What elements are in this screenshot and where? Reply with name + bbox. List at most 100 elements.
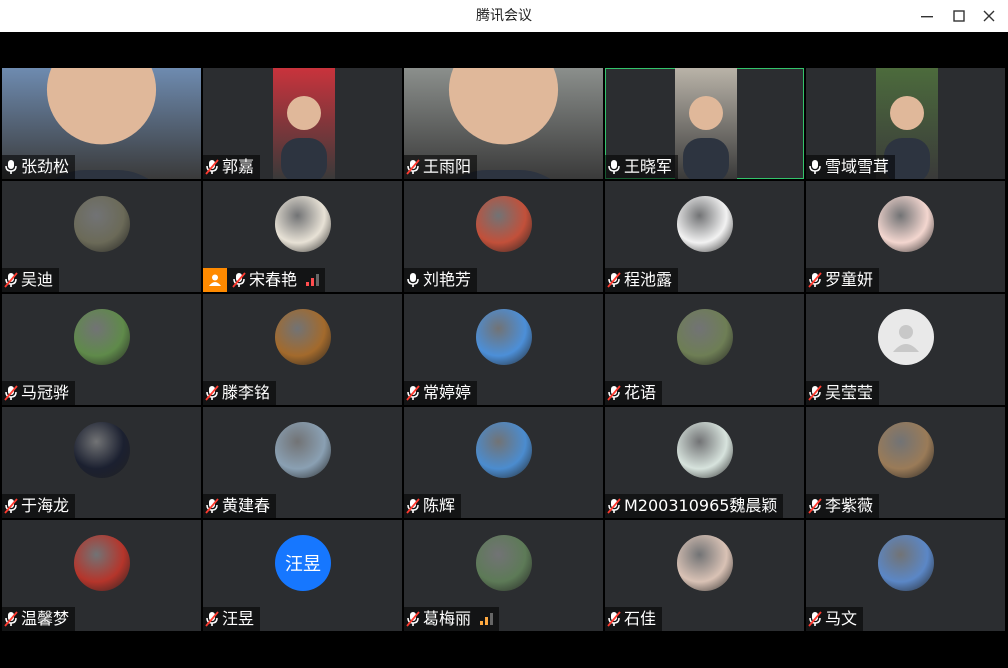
participant-avatar [74,422,130,478]
window-title: 腾讯会议 [476,8,532,24]
mic-icon [607,159,621,175]
participant-tile[interactable]: 马冠骅 [2,294,201,405]
meeting-stage: 张劲松 郭嘉 王雨阳 王晓军 雪域雪茸吴迪 宋春艳 刘艳芳 程池露 罗童妍马冠骅 滕李铭 常婷婷 花语… [2,32,1006,668]
participant-tile[interactable]: 李紫薇 [806,407,1005,518]
participant-tile[interactable]: 石佳 [605,520,804,631]
participant-tile[interactable]: 常婷婷 [404,294,603,405]
participant-name-label: 张劲松 [2,155,76,179]
participant-tile[interactable]: 于海龙 [2,407,201,518]
participant-avatar [878,196,934,252]
participant-tile[interactable]: 葛梅丽 [404,520,603,631]
minimize-button[interactable] [910,0,944,32]
participant-avatar [476,196,532,252]
participant-tile[interactable]: 马文 [806,520,1005,631]
participant-avatar [275,309,331,365]
participant-name-label: 陈辉 [404,494,462,518]
close-button[interactable] [972,0,1006,32]
mic-icon [406,272,420,288]
participant-name: 葛梅丽 [423,609,472,628]
mic-muted-icon [607,385,621,401]
participant-name: 吴莹莹 [825,383,874,402]
participant-name-label: 王雨阳 [404,155,478,179]
participant-name: 李紫薇 [825,496,874,515]
mic-muted-icon [808,498,822,514]
participant-avatar [74,535,130,591]
participant-tile[interactable]: 刘艳芳 [404,181,603,292]
mic-muted-icon [607,272,621,288]
participant-avatar [74,309,130,365]
participant-tile[interactable]: 温馨梦 [2,520,201,631]
mic-muted-icon [205,498,219,514]
participant-name: 王晓军 [624,157,673,176]
participant-avatar [476,535,532,591]
participant-name-label: 石佳 [605,607,663,631]
network-signal-icon [480,613,494,625]
participant-name: 马文 [825,609,858,628]
participant-name: 陈辉 [423,496,456,515]
host-badge-icon [203,268,227,292]
mic-muted-icon [808,385,822,401]
close-icon [983,10,995,22]
participant-avatar [677,196,733,252]
minimize-icon [921,16,933,18]
maximize-button[interactable] [942,0,976,32]
participant-tile[interactable]: 王雨阳 [404,68,603,179]
participant-tile[interactable]: 陈辉 [404,407,603,518]
participant-tile[interactable]: M200310965魏晨颖 [605,407,804,518]
participant-name: 雪域雪茸 [825,157,890,176]
participant-avatar [677,309,733,365]
mic-muted-icon [232,272,246,288]
participant-name: 温馨梦 [21,609,70,628]
mic-icon [808,159,822,175]
participant-avatar [275,196,331,252]
participant-name-label: 刘艳芳 [404,268,478,292]
participant-tile[interactable]: 吴莹莹 [806,294,1005,405]
participant-name: M200310965魏晨颖 [624,496,778,515]
participant-name-label: 常婷婷 [404,381,478,405]
participant-name-label: 罗童妍 [806,268,880,292]
mic-muted-icon [205,385,219,401]
mic-muted-icon [406,159,420,175]
participant-tile[interactable]: 宋春艳 [203,181,402,292]
participant-tile[interactable]: 郭嘉 [203,68,402,179]
participant-name: 石佳 [624,609,657,628]
mic-muted-icon [808,272,822,288]
participant-avatar [476,422,532,478]
participant-tile[interactable]: 吴迪 [2,181,201,292]
participant-tile[interactable]: 王晓军 [605,68,804,179]
mic-muted-icon [607,611,621,627]
participant-grid: 张劲松 郭嘉 王雨阳 王晓军 雪域雪茸吴迪 宋春艳 刘艳芳 程池露 罗童妍马冠骅 滕李铭 常婷婷 花语… [2,68,1006,632]
participant-name-label: 滕李铭 [203,381,277,405]
participant-name-label: 吴莹莹 [806,381,880,405]
mic-muted-icon [4,611,18,627]
mic-muted-icon [607,498,621,514]
mic-muted-icon [406,385,420,401]
participant-avatar: 汪昱 [275,535,331,591]
participant-name: 滕李铭 [222,383,271,402]
participant-tile[interactable]: 罗童妍 [806,181,1005,292]
participant-name: 罗童妍 [825,270,874,289]
mic-muted-icon [406,498,420,514]
participant-name-label: 马文 [806,607,864,631]
mic-muted-icon [205,611,219,627]
participant-avatar [275,422,331,478]
participant-name-label: 马冠骅 [2,381,76,405]
participant-tile[interactable]: 花语 [605,294,804,405]
network-signal-icon [306,274,320,286]
participant-tile[interactable]: 汪昱 汪昱 [203,520,402,631]
participant-name-label: 花语 [605,381,663,405]
participant-avatar [878,535,934,591]
participant-tile[interactable]: 黄建春 [203,407,402,518]
participant-name: 程池露 [624,270,673,289]
participant-tile[interactable]: 雪域雪茸 [806,68,1005,179]
participant-name-label: 汪昱 [203,607,261,631]
participant-tile[interactable]: 程池露 [605,181,804,292]
participant-name: 王雨阳 [423,157,472,176]
participant-tile[interactable]: 张劲松 [2,68,201,179]
mic-muted-icon [4,385,18,401]
participant-name: 汪昱 [222,609,255,628]
participant-name-label: 于海龙 [2,494,76,518]
video-feed [273,68,335,179]
participant-name-label: 李紫薇 [806,494,880,518]
participant-tile[interactable]: 滕李铭 [203,294,402,405]
